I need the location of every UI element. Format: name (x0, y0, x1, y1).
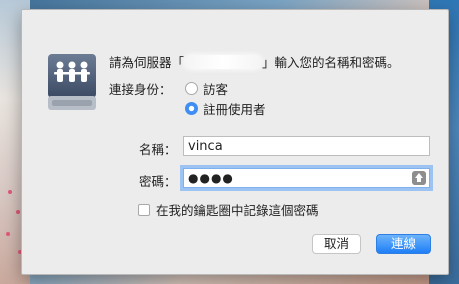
background-dot (8, 190, 12, 194)
redacted-server-name (184, 55, 263, 69)
radio-registered-user-label: 註冊使用者 (203, 102, 266, 117)
connect-as-label: 連接身份： (109, 82, 172, 97)
cancel-button[interactable]: 取消 (312, 234, 361, 254)
remember-password[interactable]: 在我的鑰匙圈中記錄這個密碼 (138, 200, 319, 219)
password-field[interactable]: ●●●● (183, 168, 430, 188)
radio-registered-user[interactable]: 註冊使用者 (185, 99, 266, 118)
login-dialog: 請為伺服器「 」輸入您的名稱和密碼。 連接身份： 訪客 註冊使用者 名稱： vin… (21, 9, 449, 275)
password-value: ●●●● (188, 171, 234, 185)
key-icon[interactable] (412, 171, 426, 185)
remember-password-checkbox[interactable] (138, 203, 150, 216)
prompt-prefix: 請為伺服器「 (109, 55, 185, 70)
password-label: 密碼： (139, 174, 177, 189)
radio-guest-button[interactable] (185, 82, 198, 95)
name-value: vinca (188, 139, 223, 154)
radio-guest-label: 訪客 (203, 82, 229, 97)
remember-password-label: 在我的鑰匙圈中記錄這個密碼 (156, 203, 319, 218)
name-label: 名稱： (139, 142, 177, 157)
radio-guest[interactable]: 訪客 (185, 79, 228, 98)
server-icon (48, 54, 96, 110)
prompt-suffix: 」輸入您的名稱和密碼。 (262, 55, 400, 70)
background-dot (16, 210, 20, 214)
prompt-text: 請為伺服器「 」輸入您的名稱和密碼。 (109, 52, 400, 71)
name-field[interactable]: vinca (183, 136, 430, 156)
radio-registered-user-button[interactable] (185, 102, 198, 115)
background-dot (6, 232, 10, 236)
connect-button[interactable]: 連線 (376, 234, 431, 254)
